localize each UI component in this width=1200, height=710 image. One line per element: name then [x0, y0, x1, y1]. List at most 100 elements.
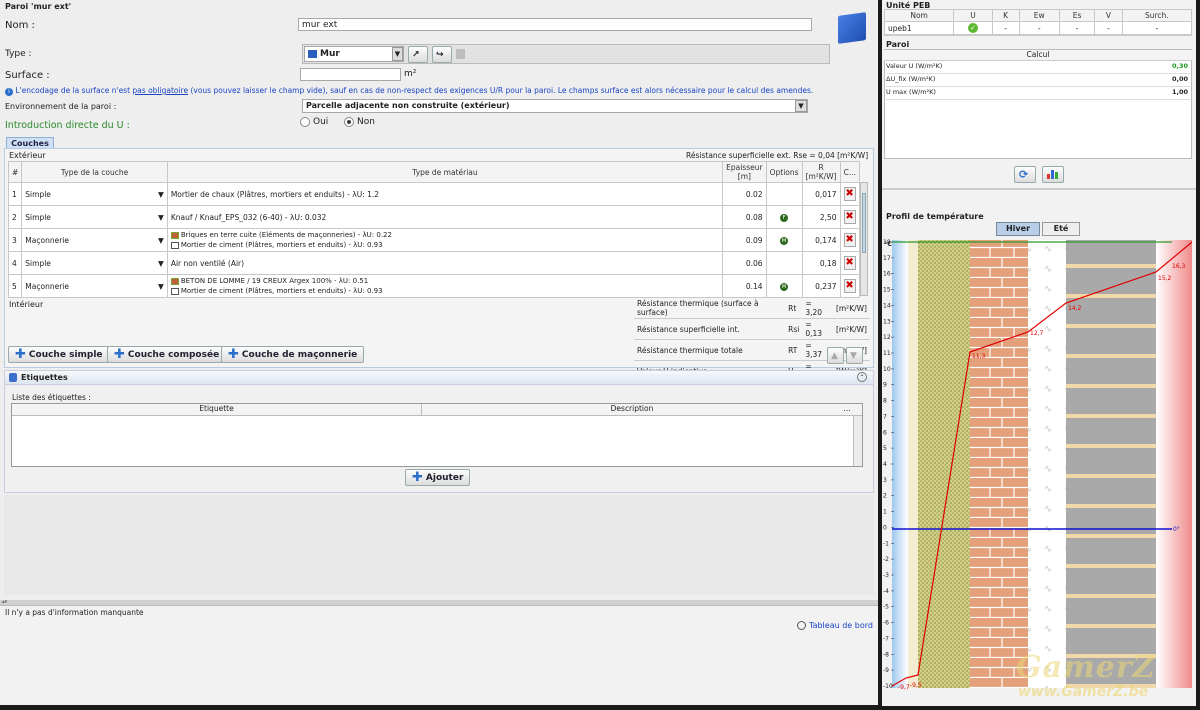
calcul-label: U max (W/m²K) [886, 88, 936, 96]
row-delete[interactable]: ✖ [839, 228, 861, 252]
row-options[interactable] [765, 251, 803, 275]
material-line-1: BETON DE LOMME / 19 CREUX Argex 100% - λ… [170, 276, 719, 286]
info-text-post: (vous pouvez laisser le champ vide), sau… [188, 86, 814, 95]
row-delete[interactable]: ✖ [839, 251, 861, 275]
option-f-icon[interactable]: F [780, 214, 789, 222]
ajouter-button[interactable]: ✚ Ajouter [405, 469, 471, 486]
type-select[interactable]: Mur [304, 46, 404, 62]
y-tick-label: -9 [883, 667, 889, 674]
env-select[interactable]: Parcelle adjacente non construite (extér… [302, 99, 808, 113]
tab-ete[interactable]: Eté [1042, 222, 1080, 236]
y-tick-label: 7 [883, 413, 887, 420]
chevron-down-icon[interactable]: ▼ [795, 100, 807, 112]
couche-maconnerie-button[interactable]: ✚ Couche de maçonnerie [221, 346, 365, 363]
row-epaisseur[interactable]: 0.08 [722, 205, 767, 229]
surface-input[interactable] [300, 68, 401, 81]
check-icon: ✓ [967, 23, 978, 33]
brick-icon [170, 277, 179, 285]
row-r: 0,18 [801, 251, 841, 275]
delete-icon[interactable]: ✖ [843, 233, 856, 247]
move-up-button[interactable]: ▲ [827, 347, 844, 364]
option-m-icon[interactable]: M [780, 237, 789, 245]
row-r: 0,017 [801, 182, 841, 206]
row-number: 3 [7, 228, 23, 252]
etiquettes-header[interactable]: Etiquettes ⌃ [4, 370, 874, 385]
couche-simple-button[interactable]: ✚ Couche simple [8, 346, 110, 363]
more-icon[interactable]: … [842, 404, 852, 415]
col-number: # [7, 161, 23, 183]
radio-non[interactable]: Non [344, 117, 375, 127]
delete-icon[interactable]: ✖ [843, 256, 856, 270]
row-material[interactable]: Air non ventilé (Air) [166, 251, 724, 275]
row-delete[interactable]: ✖ [839, 205, 861, 229]
delete-icon[interactable]: ✖ [843, 210, 856, 224]
refresh-button[interactable]: ⟳ [1014, 166, 1036, 183]
table-row[interactable]: upeb1 ✓ - - - - - [883, 21, 1193, 35]
etiquettes-scrollbar[interactable] [853, 416, 862, 466]
row-options[interactable]: F [765, 205, 803, 229]
type-action-button-1[interactable]: ↗ [408, 46, 428, 63]
col-type-materiau: Type de matériau [166, 161, 724, 183]
table-row[interactable]: 3 Maçonnerie ▼ Briques en terre cuite (El… [7, 228, 861, 252]
tab-hiver[interactable]: Hiver [996, 222, 1040, 236]
layers-scrollbar[interactable] [860, 182, 868, 296]
row-epaisseur[interactable]: 0.14 [722, 274, 767, 298]
row-delete[interactable]: ✖ [839, 274, 861, 298]
row-material[interactable]: Briques en terre cuite (Eléments de maço… [166, 228, 724, 252]
row-material[interactable]: Mortier de chaux (Plâtres, mortiers et e… [166, 182, 724, 206]
main-panel: Paroi 'mur ext' Nom : mur ext Type : Mur… [0, 0, 878, 600]
row-epaisseur[interactable]: 0.06 [722, 251, 767, 275]
collapse-icon[interactable]: ⌃ [857, 372, 867, 382]
scrollbar-thumb[interactable] [862, 193, 866, 253]
type-action-button-2[interactable]: ↪ [432, 46, 452, 63]
row-type-dropdown[interactable]: Simple ▼ [21, 251, 168, 275]
axis-unit: °C [884, 240, 892, 248]
y-tick-label: 12 [883, 334, 891, 341]
chevron-down-icon[interactable]: ▼ [158, 259, 164, 268]
row-type-dropdown[interactable]: Simple ▼ [21, 182, 168, 206]
etiquettes-table[interactable]: Etiquette Description … [11, 403, 863, 467]
radio-oui[interactable]: Oui [300, 117, 328, 127]
row-material[interactable]: Knauf / Knauf_EPS_032 (6-40) - λU: 0.032 [166, 205, 724, 229]
row-epaisseur[interactable]: 0.02 [722, 182, 767, 206]
delete-icon[interactable]: ✖ [843, 279, 856, 293]
table-row[interactable]: 5 Maçonnerie ▼ BETON DE LOMME / 19 CREUX … [7, 274, 861, 298]
option-m-icon[interactable]: M [780, 283, 789, 291]
right-divider [882, 188, 1196, 190]
chevron-down-icon[interactable]: ▼ [158, 190, 164, 199]
couche-composee-button[interactable]: ✚ Couche composée [107, 346, 227, 363]
row-type-dropdown[interactable]: Maçonnerie ▼ [21, 274, 168, 298]
type-color-swatch[interactable] [456, 49, 465, 59]
row-type-dropdown[interactable]: Simple ▼ [21, 205, 168, 229]
table-row[interactable]: 2 Simple ▼ Knauf / Knauf_EPS_032 (6-40) -… [7, 205, 861, 229]
chart-button[interactable] [1042, 166, 1064, 183]
row-number: 4 [7, 251, 23, 275]
row-type-dropdown[interactable]: Maçonnerie ▼ [21, 228, 168, 252]
material-line-2: Mortier de ciment (Plâtres, mortiers et … [170, 240, 719, 250]
etiquettes-list-label: Liste des étiquettes : [12, 393, 91, 402]
brick-icon [170, 231, 179, 239]
row-epaisseur[interactable]: 0.09 [722, 228, 767, 252]
chevron-down-icon[interactable]: ▼ [392, 47, 403, 61]
table-row[interactable]: 4 Simple ▼ Air non ventilé (Air) 0.06 0,1… [7, 251, 861, 275]
delete-icon[interactable]: ✖ [843, 187, 856, 201]
table-row[interactable]: 1 Simple ▼ Mortier de chaux (Plâtres, mor… [7, 182, 861, 206]
col-surch: Surch. [1121, 9, 1193, 22]
chevron-down-icon[interactable]: ▼ [158, 236, 164, 245]
summary-row-rsi: Résistance superficielle int. Rsi = 0,13 [m… [634, 318, 870, 340]
move-down-button[interactable]: ▼ [846, 347, 863, 364]
row-options[interactable]: M [765, 274, 803, 298]
info-link[interactable]: pas obligatoire [132, 86, 188, 95]
tableau-link[interactable]: Tableau de bord [797, 621, 873, 630]
row-options[interactable] [765, 182, 803, 206]
chevron-down-icon[interactable]: ▼ [158, 213, 164, 222]
row-material[interactable]: BETON DE LOMME / 19 CREUX Argex 100% - λ… [166, 274, 724, 298]
nom-input[interactable]: mur ext [298, 18, 812, 31]
temp-label: 16,3 [1172, 263, 1186, 270]
y-tick-label: 6 [883, 429, 887, 436]
chevron-down-icon[interactable]: ▼ [158, 282, 164, 291]
paroi-right-title: Paroi [886, 40, 910, 49]
row-delete[interactable]: ✖ [839, 182, 861, 206]
row-options[interactable]: M [765, 228, 803, 252]
y-tick-label: 15 [883, 287, 891, 294]
